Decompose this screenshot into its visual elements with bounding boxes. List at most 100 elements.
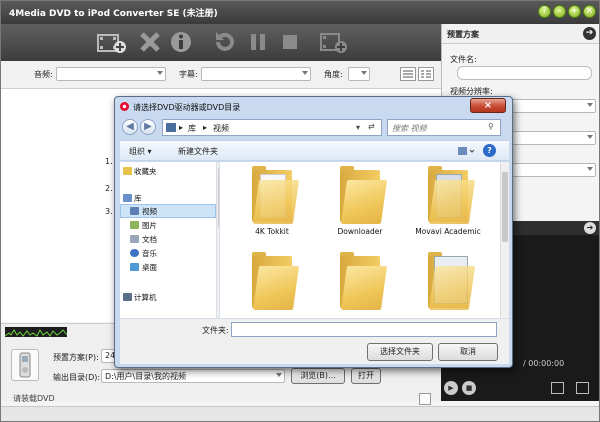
filename-label: 文件名:	[450, 55, 477, 64]
back-icon[interactable]: ◀	[122, 119, 138, 135]
search-input[interactable]: 搜索 视频 ⚲	[387, 119, 501, 136]
step-1: 1.	[105, 157, 113, 166]
play-icon[interactable]: ▶	[444, 381, 458, 395]
picture-icon	[130, 221, 139, 229]
nav-videos[interactable]: 视频	[142, 206, 157, 217]
output-dir-input[interactable]: D:\用户\目录\我的视频	[101, 369, 285, 383]
dvd-icon	[120, 102, 129, 111]
folder-field-label: 文件夹:	[202, 326, 229, 335]
output-dir-label: 输出目录(D):	[53, 373, 101, 382]
document-icon	[130, 235, 139, 243]
add-video-icon[interactable]	[319, 30, 349, 54]
navigation-pane: 收藏夹 库 视频 图片 文档 音乐 桌面 计算机	[120, 162, 220, 318]
browse-button[interactable]: 浏览(B)...	[291, 368, 345, 384]
breadcrumb-sep: ▸	[203, 123, 208, 132]
nav-favorites[interactable]: 收藏夹	[134, 166, 157, 177]
stop-icon[interactable]: ■	[462, 381, 476, 395]
status-bar: 请装载DVD	[1, 393, 599, 421]
folder-list: 4K Tokkit Downloader Movavi Academic	[220, 162, 509, 318]
open-button[interactable]: 打开	[351, 368, 381, 384]
resolution-select[interactable]	[512, 99, 596, 113]
angle-label: 角度:	[324, 70, 343, 79]
folder-name: 4K Tokkit	[255, 227, 289, 236]
folder-item[interactable]: 4K Tokkit	[240, 164, 304, 244]
status-text: 请装载DVD	[13, 394, 55, 403]
folder-item[interactable]	[328, 250, 392, 318]
preset-label: 预置方案(P):	[53, 353, 99, 362]
folder-item[interactable]	[416, 250, 480, 318]
minimize-icon[interactable]: –	[553, 5, 566, 18]
breadcrumb-library[interactable]: 库	[188, 123, 196, 134]
convert-icon[interactable]	[213, 30, 237, 54]
folder-item[interactable]	[240, 250, 304, 318]
arrow-right-icon[interactable]: ➔	[584, 222, 596, 234]
file-scroll-thumb[interactable]	[502, 172, 508, 242]
title-bar: 4Media DVD to iPod Converter SE (未注册) ? …	[1, 1, 599, 24]
search-placeholder: 搜索 视频	[392, 124, 427, 133]
folder-item[interactable]: Movavi Academic	[415, 164, 481, 244]
file-scrollbar[interactable]	[500, 162, 509, 318]
step-3: 3.	[105, 207, 113, 216]
info-icon[interactable]	[169, 30, 193, 54]
filename-input[interactable]	[457, 66, 592, 80]
pause-icon[interactable]	[246, 30, 270, 54]
detail-view-icon[interactable]	[418, 67, 434, 81]
nav-library[interactable]: 库	[134, 193, 142, 204]
step-2: 2.	[105, 184, 113, 193]
framerate-select[interactable]	[512, 163, 596, 177]
nav-documents[interactable]: 文档	[142, 234, 157, 245]
help-icon[interactable]: ?	[538, 5, 551, 18]
nav-computer[interactable]: 计算机	[134, 292, 157, 303]
angle-select[interactable]	[348, 67, 370, 81]
output-dir-value: D:\用户\目录\我的视频	[105, 372, 186, 381]
address-bar: ◀ ▶ ▸ 库 ▸ 视频 ▾ ⇄ 搜索 视频 ⚲	[120, 118, 509, 138]
library-icon	[166, 123, 176, 132]
ipod-icon	[11, 349, 39, 381]
list-view-icon[interactable]	[400, 67, 416, 81]
maximize-icon[interactable]: +	[568, 5, 581, 18]
bitrate-select[interactable]	[512, 131, 596, 145]
remove-icon[interactable]	[138, 30, 162, 54]
select-folder-button[interactable]: 选择文件夹	[367, 343, 433, 361]
music-icon	[130, 249, 139, 257]
stop-icon[interactable]	[278, 30, 302, 54]
cancel-button[interactable]: 取消	[438, 343, 498, 361]
app-title: 4Media DVD to iPod Converter SE (未注册)	[9, 9, 218, 19]
toolbar	[1, 24, 441, 61]
video-icon	[130, 207, 139, 215]
log-icon[interactable]	[419, 393, 431, 405]
folder-field[interactable]	[231, 322, 497, 337]
breadcrumb-videos[interactable]: 视频	[213, 123, 229, 134]
folder-name: Downloader	[337, 227, 383, 236]
camera-icon[interactable]	[576, 382, 589, 394]
subtitle-select[interactable]	[201, 67, 311, 81]
app-window: 4Media DVD to iPod Converter SE (未注册) ? …	[0, 0, 600, 422]
folder-item[interactable]: Downloader	[328, 164, 392, 244]
view-options-icon[interactable]	[457, 145, 475, 157]
forward-icon[interactable]: ▶	[140, 119, 156, 135]
new-folder-button[interactable]: 新建文件夹	[178, 146, 218, 157]
subtitle-label: 字幕:	[179, 70, 198, 79]
audio-select[interactable]	[56, 67, 166, 81]
address-input[interactable]: ▸ 库 ▸ 视频 ▾ ⇄	[162, 119, 382, 136]
breadcrumb-sep: ▸	[179, 123, 184, 132]
snapshot-icon[interactable]	[551, 382, 564, 394]
close-icon[interactable]: ×	[583, 5, 596, 18]
dialog-title-bar: 请选择DVD驱动器或DVD目录 ×	[115, 97, 512, 117]
star-icon	[123, 167, 132, 175]
nav-pictures[interactable]: 图片	[142, 220, 157, 231]
refresh-icon[interactable]: ⇄	[368, 122, 375, 131]
arrow-right-icon[interactable]: ➔	[583, 27, 596, 40]
time-display: / 00:00:00	[523, 359, 565, 368]
add-file-icon[interactable]	[96, 30, 128, 54]
nav-music[interactable]: 音乐	[142, 248, 157, 259]
nav-desktop[interactable]: 桌面	[142, 262, 157, 273]
organize-button[interactable]: 组织 ▾	[129, 146, 152, 157]
address-dropdown-icon[interactable]: ▾	[356, 123, 360, 132]
help-icon[interactable]: ?	[483, 144, 496, 157]
search-icon: ⚲	[488, 122, 494, 131]
dialog-close-button[interactable]: ×	[470, 98, 506, 113]
dialog-footer: 文件夹: 选择文件夹 取消	[120, 318, 509, 364]
cpu-meter	[4, 327, 68, 337]
dialog-title: 请选择DVD驱动器或DVD目录	[133, 103, 241, 112]
